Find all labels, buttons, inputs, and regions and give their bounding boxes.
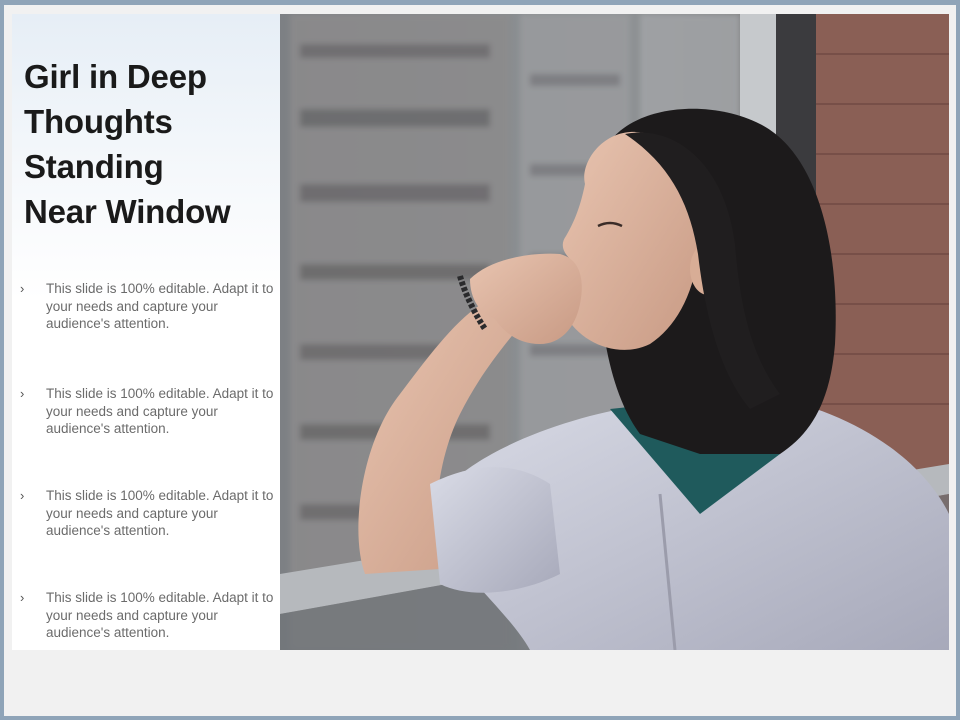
chevron-right-icon: › xyxy=(20,281,25,296)
photo-girl-at-window xyxy=(280,14,949,650)
bullet-text: This slide is 100% editable. Adapt it to… xyxy=(46,590,274,640)
title-line: Near Window xyxy=(24,193,231,230)
chevron-right-icon: › xyxy=(20,488,25,503)
text-panel: Girl in Deep Thoughts Standing Near Wind… xyxy=(12,14,283,650)
chevron-right-icon: › xyxy=(20,590,25,605)
chevron-right-icon: › xyxy=(20,386,25,401)
photo-illustration xyxy=(280,14,949,650)
bullet-text: This slide is 100% editable. Adapt it to… xyxy=(46,488,274,538)
bullet-text: This slide is 100% editable. Adapt it to… xyxy=(46,281,274,331)
title-line: Standing xyxy=(24,148,164,185)
title-line: Thoughts xyxy=(24,103,173,140)
slide-title: Girl in Deep Thoughts Standing Near Wind… xyxy=(24,54,279,234)
title-line: Girl in Deep xyxy=(24,58,207,95)
bullet-text: This slide is 100% editable. Adapt it to… xyxy=(46,386,274,436)
slide: Girl in Deep Thoughts Standing Near Wind… xyxy=(4,5,956,716)
